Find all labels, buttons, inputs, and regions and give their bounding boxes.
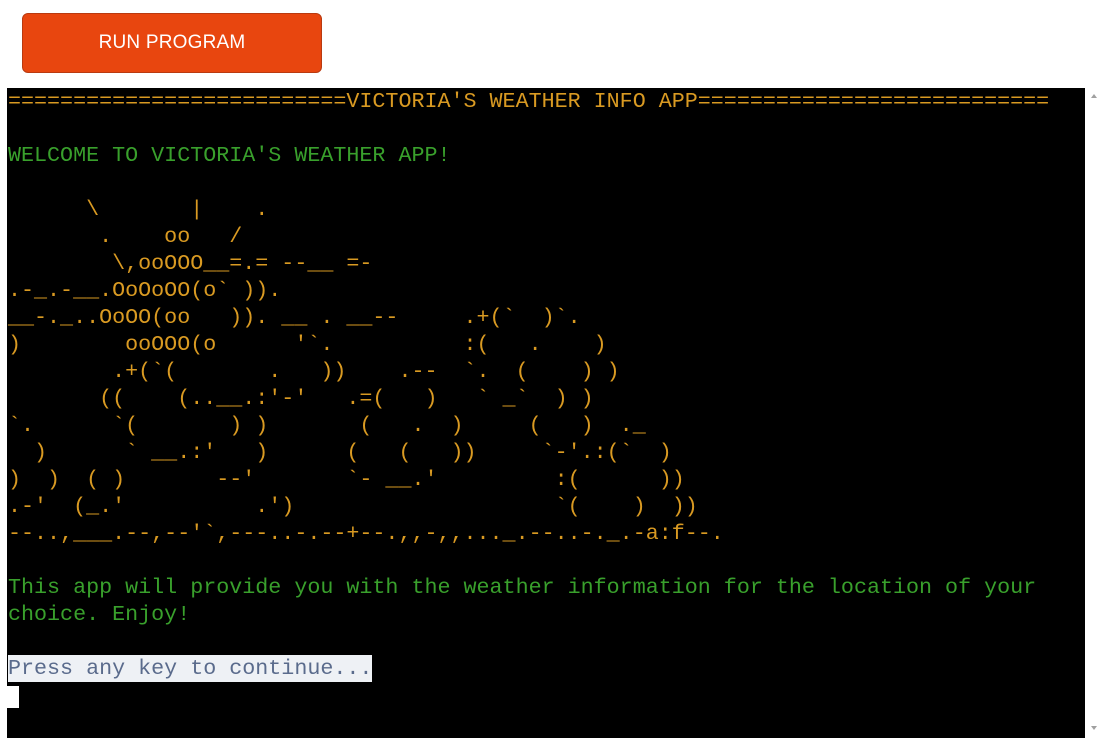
ascii-art-line: .+(`( . )) .-- `. ( ) ) [8, 359, 620, 384]
ascii-art-line: .-' (_.' .') `( ) )) [8, 494, 698, 519]
title-line: ==========================VICTORIA'S WEA… [8, 89, 1050, 114]
terminal-scrollbar[interactable] [1087, 88, 1101, 738]
ascii-art-line: .-_.-__.OoOoOO(o` )). [8, 278, 282, 303]
terminal-cursor [7, 686, 19, 708]
ascii-art-line: \,ooOOO__=.= --__ =- [8, 251, 373, 276]
ascii-art-line: `. `( ) ) ( . ) ( ) ._ [8, 413, 646, 438]
ascii-art-line: ) ) ( ) --' `- __.' :( )) [8, 467, 685, 492]
scroll-up-arrow-icon[interactable] [1091, 94, 1097, 98]
scroll-down-arrow-icon[interactable] [1091, 726, 1097, 730]
run-program-button[interactable]: RUN PROGRAM [22, 13, 322, 73]
ascii-art-line: __-._..OoOO(oo )). __ . __-- .+(` )`. [8, 305, 581, 330]
ascii-art-line: ) ` __.:' ) ( ( )) `-'.:(` ) [8, 440, 672, 465]
continue-prompt[interactable]: Press any key to continue... [8, 655, 373, 682]
ascii-art-line: (( (..__.:'-' .=( ) ` _` ) ) [8, 386, 594, 411]
welcome-text: WELCOME TO VICTORIA'S WEATHER APP! [8, 143, 451, 168]
ascii-art-line: \ | . [8, 197, 269, 222]
ascii-art-line: ) ooOOO(o '`. :( . ) [8, 332, 607, 357]
ascii-art-line: --..,___.--,--'`,---..-.--+--.,,-,,..._.… [8, 521, 724, 546]
terminal[interactable]: ==========================VICTORIA'S WEA… [7, 88, 1085, 738]
description-line: choice. Enjoy! [8, 602, 191, 627]
description-line: This app will provide you with the weath… [8, 575, 1037, 600]
ascii-art-line: . oo / [8, 224, 243, 249]
